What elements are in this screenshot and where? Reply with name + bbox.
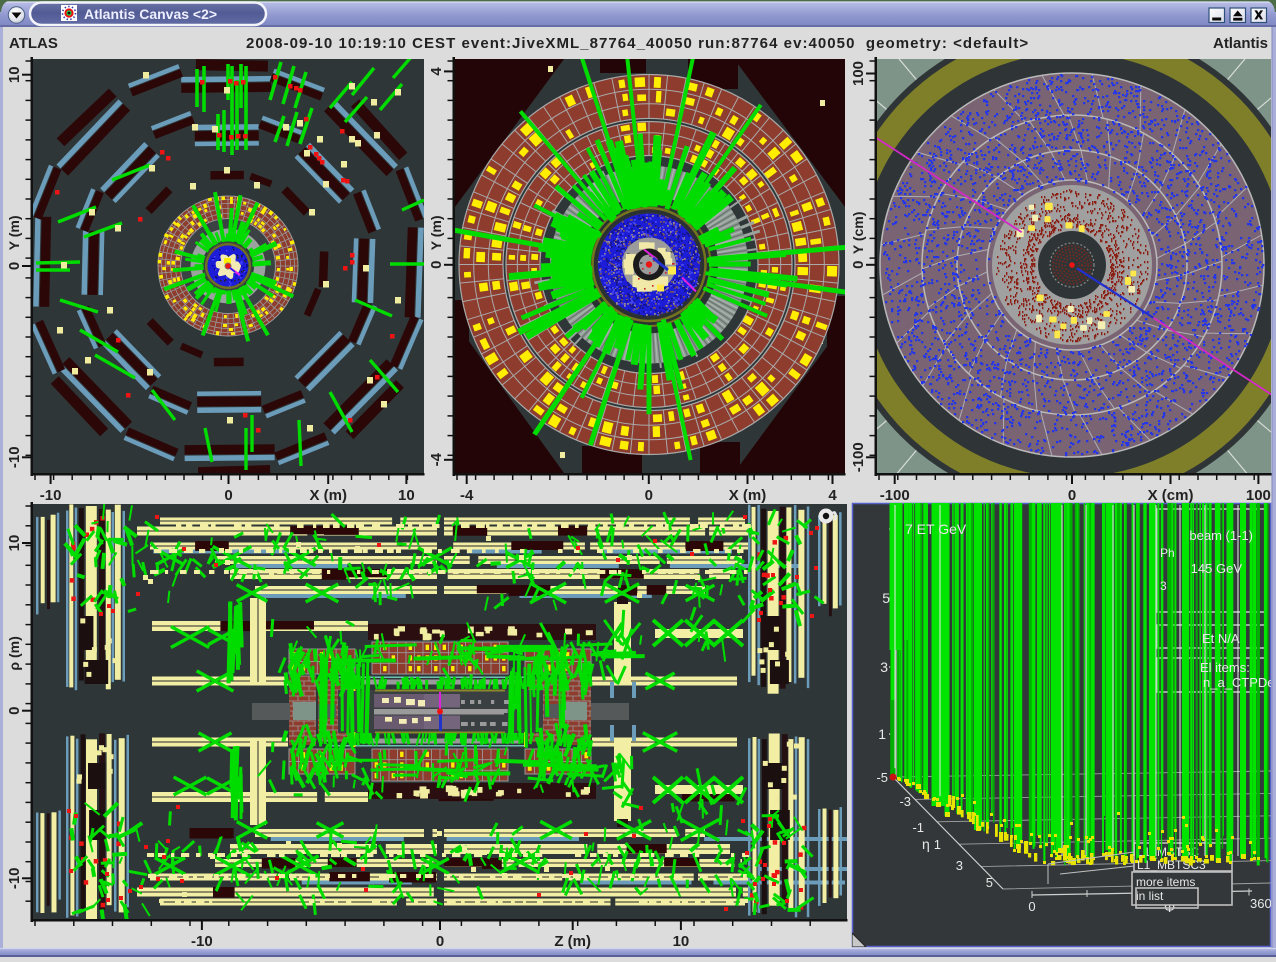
svg-text:5: 5 — [986, 875, 993, 890]
svg-text:1: 1 — [878, 726, 886, 742]
svg-text:1: 1 — [934, 837, 941, 852]
svg-text:7 ET GeV: 7 ET GeV — [905, 521, 967, 537]
svg-text:100: 100 — [1246, 487, 1271, 504]
svg-text:-1: -1 — [912, 820, 924, 835]
svg-text:10: 10 — [398, 487, 415, 504]
svg-text:-3: -3 — [899, 794, 911, 809]
svg-text:ρ (m): ρ (m) — [6, 636, 22, 670]
svg-text:10: 10 — [673, 933, 690, 950]
svg-text:-100: -100 — [850, 442, 867, 472]
svg-text:-4: -4 — [428, 452, 445, 466]
svg-text:-10: -10 — [6, 446, 23, 468]
svg-text:X (cm): X (cm) — [1148, 487, 1194, 504]
svg-text:0: 0 — [428, 261, 445, 269]
svg-text:4: 4 — [428, 67, 445, 76]
svg-text:100: 100 — [850, 61, 867, 86]
svg-text:more items: more items — [1136, 875, 1195, 889]
svg-text:0: 0 — [850, 261, 867, 269]
svg-text:ATLAS: ATLAS — [9, 35, 58, 52]
svg-text:4: 4 — [828, 487, 837, 504]
svg-text:-10: -10 — [6, 867, 23, 889]
svg-text:Atlantis Canvas <2>: Atlantis Canvas <2> — [84, 6, 217, 22]
svg-text:-100: -100 — [880, 487, 910, 504]
svg-text:El items:: El items: — [1200, 660, 1250, 675]
svg-text:Et N/A: Et N/A — [1202, 631, 1240, 646]
svg-text:2008-09-10 10:19:10 CEST event: 2008-09-10 10:19:10 CEST event:JiveXML_8… — [246, 35, 1029, 52]
svg-text:Atlantis: Atlantis — [1213, 35, 1268, 52]
svg-text:Z (m): Z (m) — [554, 933, 591, 950]
svg-text:360: 360 — [1250, 896, 1272, 911]
svg-text:Y (cm): Y (cm) — [850, 212, 866, 255]
svg-text:in list: in list — [1136, 889, 1164, 903]
svg-text:145 GeV: 145 GeV — [1191, 561, 1243, 576]
svg-text:0: 0 — [6, 706, 23, 714]
svg-text:X (m): X (m) — [309, 487, 347, 504]
svg-text:0: 0 — [6, 262, 23, 270]
svg-text:0: 0 — [436, 933, 444, 950]
svg-text:n_a_CTPDec: n_a_CTPDec — [1203, 675, 1276, 690]
svg-text:η: η — [922, 836, 930, 852]
svg-text:beam (1-1): beam (1-1) — [1189, 528, 1253, 543]
svg-text:10: 10 — [6, 535, 23, 552]
svg-text:3: 3 — [880, 659, 888, 675]
svg-text:0: 0 — [1068, 487, 1076, 504]
svg-text:-4: -4 — [460, 487, 474, 504]
svg-text:-5: -5 — [876, 770, 888, 785]
svg-text:Y (m): Y (m) — [6, 216, 22, 251]
svg-text:Y (m): Y (m) — [428, 216, 444, 251]
svg-text:0: 0 — [224, 487, 232, 504]
svg-text:Ph: Ph — [1160, 546, 1175, 560]
svg-text:3: 3 — [956, 858, 963, 873]
svg-text:-10: -10 — [40, 487, 62, 504]
svg-text:3: 3 — [1160, 579, 1167, 593]
svg-text:0: 0 — [1028, 899, 1035, 914]
svg-text:0: 0 — [645, 487, 653, 504]
svg-text:10: 10 — [6, 66, 23, 83]
svg-text:5: 5 — [882, 590, 890, 606]
svg-text:-10: -10 — [191, 933, 213, 950]
svg-text:X (m): X (m) — [729, 487, 767, 504]
